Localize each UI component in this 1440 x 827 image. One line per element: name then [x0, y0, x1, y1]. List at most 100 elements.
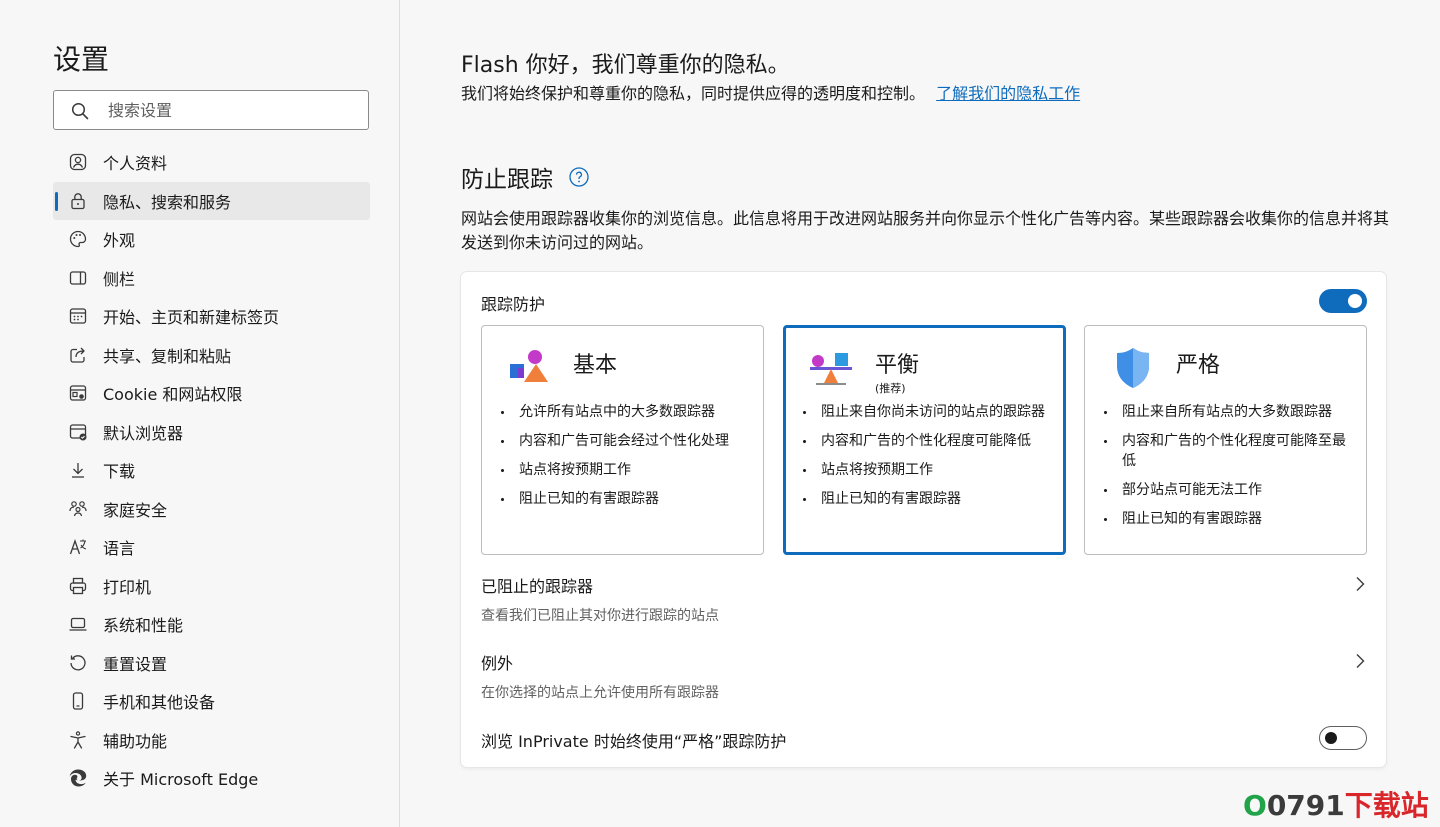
sidebar-item-reset[interactable]: 重置设置: [53, 644, 370, 683]
level-title: 平衡: [875, 353, 920, 378]
level-header: 基本: [506, 344, 617, 392]
phone-icon: [67, 690, 89, 712]
tracking-description: 网站会使用跟踪器收集你的浏览信息。此信息将用于改进网站服务并向你显示个性化广告等…: [461, 209, 1390, 252]
sidebar-item-label: 重置设置: [103, 654, 168, 674]
sidebar-item-label: 语言: [103, 539, 136, 559]
home-grid-icon: [67, 305, 89, 327]
sidebar-item-privacy[interactable]: 隐私、搜索和服务: [53, 181, 370, 220]
sidebar-item-label: Cookie 和网站权限: [103, 385, 243, 405]
watermark-text: 下载站: [1344, 789, 1429, 822]
printer-icon: [67, 575, 89, 597]
toggle-knob: [1325, 732, 1337, 744]
exceptions-title: 例外: [481, 654, 514, 673]
sidebar-item-label: 个人资料: [103, 154, 168, 174]
watermark-number: 0791: [1266, 789, 1345, 822]
share-icon: [67, 344, 89, 366]
sidebar-item-family[interactable]: 家庭安全: [53, 490, 370, 529]
tracking-section-title: 防止跟踪: [461, 160, 589, 194]
inprivate-strict-toggle[interactable]: [1319, 726, 1367, 750]
level-bullet: 允许所有站点中的大多数跟踪器: [500, 402, 750, 422]
cookie-site-icon: [67, 382, 89, 404]
sidebar-item-default-browser[interactable]: 默认浏览器: [53, 413, 370, 452]
sidebar-item-phone[interactable]: 手机和其他设备: [53, 682, 370, 721]
sidebar-item-label: 系统和性能: [103, 616, 184, 636]
sidebar-item-accessibility[interactable]: 辅助功能: [53, 721, 370, 760]
help-icon[interactable]: [569, 167, 589, 187]
tracking-prevention-label: 跟踪防护: [481, 295, 546, 314]
download-icon: [67, 459, 89, 481]
level-bullet: 部分站点可能无法工作: [1103, 480, 1353, 500]
sidebar-item-downloads[interactable]: 下载: [53, 451, 370, 490]
level-bullet: 站点将按预期工作: [500, 460, 750, 480]
sidebar-item-share[interactable]: 共享、复制和粘贴: [53, 336, 370, 375]
sidebar-item-start-home[interactable]: 开始、主页和新建标签页: [53, 297, 370, 336]
sidebar-item-profile[interactable]: 个人资料: [53, 143, 370, 182]
level-bullet: 阻止来自所有站点的大多数跟踪器: [1103, 402, 1353, 422]
sidebar-item-label: 外观: [103, 231, 136, 251]
profile-icon: [67, 151, 89, 173]
sidebar-item-cookies[interactable]: Cookie 和网站权限: [53, 374, 370, 413]
sidebar-item-sidebar[interactable]: 侧栏: [53, 259, 370, 298]
level-header: 严格: [1109, 344, 1220, 392]
edge-icon: [67, 767, 89, 789]
sidebar-icon: [67, 267, 89, 289]
sidebar-item-label: 家庭安全: [103, 500, 168, 520]
level-bullet: 站点将按预期工作: [802, 460, 1052, 480]
sidebar-item-label: 开始、主页和新建标签页: [103, 308, 280, 328]
settings-sidebar: 设置 个人资料 隐私、搜索和服务 外观: [0, 0, 400, 827]
language-icon: [67, 536, 89, 558]
level-bullet: 阻止已知的有害跟踪器: [500, 489, 750, 509]
tracking-card: 跟踪防护 基本 允许所有站点中的大多数跟踪器 内容和广告可能会经过个性化处理 站…: [461, 272, 1386, 767]
settings-nav: 个人资料 隐私、搜索和服务 外观 侧栏 开始、主页和新建标签页 共享、复制和粘贴…: [53, 143, 370, 798]
reset-icon: [67, 652, 89, 674]
search-input[interactable]: [108, 91, 358, 129]
exceptions-row[interactable]: 例外 在你选择的站点上允许使用所有跟踪器: [461, 645, 1386, 715]
level-bullets: 阻止来自所有站点的大多数跟踪器 内容和广告的个性化程度可能降至最低 部分站点可能…: [1103, 402, 1353, 538]
watermark-o: O: [1243, 789, 1267, 822]
privacy-link[interactable]: 了解我们的隐私工作: [936, 84, 1080, 103]
search-icon: [71, 102, 89, 120]
level-bullet: 阻止来自你尚未访问的站点的跟踪器: [802, 402, 1052, 422]
blocked-trackers-title: 已阻止的跟踪器: [481, 577, 594, 596]
lock-icon: [67, 190, 89, 212]
level-basic-card[interactable]: 基本 允许所有站点中的大多数跟踪器 内容和广告可能会经过个性化处理 站点将按预期…: [481, 325, 764, 555]
blocked-trackers-row[interactable]: 已阻止的跟踪器 查看我们已阻止其对你进行跟踪的站点: [461, 568, 1386, 638]
inprivate-strict-row: 浏览 InPrivate 时始终使用“严格”跟踪防护: [461, 724, 1386, 758]
search-box[interactable]: [53, 90, 369, 130]
sidebar-item-label: 共享、复制和粘贴: [103, 346, 232, 366]
exceptions-subtitle: 在你选择的站点上允许使用所有跟踪器: [481, 685, 719, 701]
level-title: 严格: [1176, 353, 1221, 378]
sidebar-item-label: 关于 Microsoft Edge: [103, 770, 259, 790]
watermark-logo: O0791下载站: [1243, 784, 1429, 824]
page-greeting: Flash 你好，我们尊重你的隐私。: [461, 53, 790, 78]
tracking-title-text: 防止跟踪: [461, 167, 553, 193]
chevron-right-icon: [1356, 654, 1365, 668]
level-subtitle: (推荐): [875, 382, 906, 395]
sidebar-item-languages[interactable]: 语言: [53, 528, 370, 567]
intro-paragraph: 我们将始终保护和尊重你的隐私，同时提供应得的透明度和控制。 了解我们的隐私工作: [461, 82, 1101, 106]
toggle-knob: [1348, 294, 1362, 308]
sidebar-item-printers[interactable]: 打印机: [53, 567, 370, 606]
level-header: 平衡 (推荐): [808, 344, 919, 395]
sidebar-item-appearance[interactable]: 外观: [53, 220, 370, 259]
level-title: 基本: [573, 353, 618, 378]
level-bullet: 内容和广告可能会经过个性化处理: [500, 431, 750, 451]
sidebar-item-label: 隐私、搜索和服务: [103, 192, 232, 212]
balanced-scale-icon: [810, 353, 852, 385]
basic-shapes-icon: [510, 350, 548, 382]
level-strict-card[interactable]: 严格 阻止来自所有站点的大多数跟踪器 内容和广告的个性化程度可能降至最低 部分站…: [1084, 325, 1367, 555]
sidebar-title: 设置: [53, 43, 110, 76]
sidebar-item-label: 下载: [103, 462, 136, 482]
main-content: Flash 你好，我们尊重你的隐私。 我们将始终保护和尊重你的隐私，同时提供应得…: [401, 0, 1440, 827]
intro-text: 我们将始终保护和尊重你的隐私，同时提供应得的透明度和控制。: [461, 84, 926, 103]
default-browser-icon: [67, 421, 89, 443]
palette-icon: [67, 228, 89, 250]
level-balanced-card[interactable]: 平衡 (推荐) 阻止来自你尚未访问的站点的跟踪器 内容和广告的个性化程度可能降低…: [783, 325, 1066, 555]
sidebar-item-system[interactable]: 系统和性能: [53, 605, 370, 644]
chevron-right-icon: [1356, 577, 1365, 591]
sidebar-item-label: 侧栏: [103, 269, 136, 289]
level-bullets: 允许所有站点中的大多数跟踪器 内容和广告可能会经过个性化处理 站点将按预期工作 …: [500, 402, 750, 518]
tracking-prevention-toggle[interactable]: [1319, 289, 1367, 313]
accessibility-icon: [67, 729, 89, 751]
sidebar-item-about[interactable]: 关于 Microsoft Edge: [53, 759, 370, 798]
